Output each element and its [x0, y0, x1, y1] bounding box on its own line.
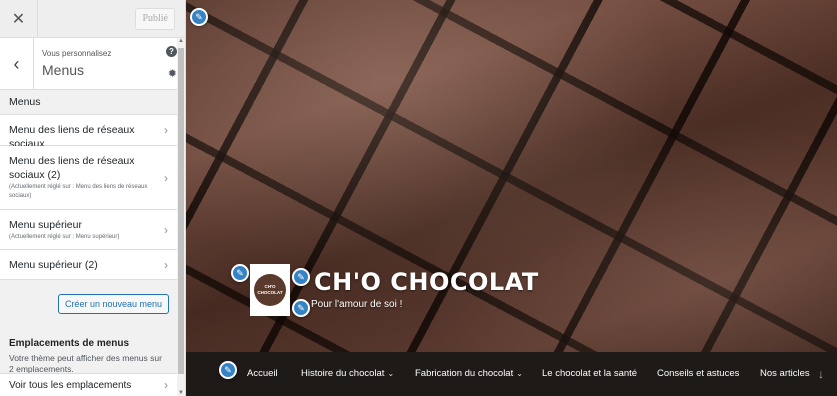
header-background-image [186, 0, 837, 396]
menu-item[interactable]: Menu des liens de réseaux sociaux › [0, 115, 178, 150]
section-header: ‹ Vous personnalisez Menus ? ✹ [0, 38, 185, 90]
nav-item-label: Fabrication du chocolat [415, 368, 514, 379]
publish-button[interactable]: Publié [135, 8, 175, 30]
scroll-up-icon[interactable]: ▲ [177, 38, 185, 44]
nav-item-label: Le chocolat et la santé [542, 368, 638, 379]
chevron-right-icon: › [164, 257, 168, 272]
close-icon[interactable]: ✕ [0, 0, 38, 38]
nav-item-accueil[interactable]: Accueil [247, 352, 278, 396]
scroll-down-icon[interactable]: ▼ [177, 390, 185, 396]
menus-group-label: Menus [0, 90, 178, 115]
menu-item[interactable]: Menu supérieur (Actuellement réglé sur :… [0, 210, 178, 250]
locations-title: Emplacements de menus [9, 338, 130, 349]
nav-item-label: Accueil [247, 368, 278, 379]
locations-description: Votre thème peut afficher des menus sur … [9, 353, 162, 374]
nav-item-conseils[interactable]: Conseils et astuces [657, 352, 739, 396]
sidebar-scrollbar[interactable]: ▲ ▼ [177, 38, 185, 396]
view-all-locations-label: Voir tous les emplacements [9, 380, 132, 391]
nav-item-label: Conseils et astuces [657, 368, 740, 379]
chevron-right-icon: › [164, 123, 168, 137]
edit-title-icon[interactable]: ✎ [292, 268, 310, 286]
menu-item-title: Menu des liens de réseaux sociaux (2) [9, 155, 135, 181]
nav-item-fabrication[interactable]: Fabrication du chocolat ⌄ [415, 352, 523, 396]
site-preview: ✎ ✎ CH'O CHOCOLAT ✎ CH'O CHOCOLAT ✎ Pour… [186, 0, 837, 396]
menu-item[interactable]: Menu supérieur (2) › [0, 250, 178, 280]
create-menu-button[interactable]: Créer un nouveau menu [57, 294, 169, 314]
menu-item[interactable]: Menu des liens de réseaux sociaux (2) (A… [0, 146, 178, 210]
primary-navigation: ✎ Accueil Histoire du chocolat ⌄ Fabricat… [186, 352, 837, 396]
nav-item-histoire[interactable]: Histoire du chocolat ⌄ [301, 352, 394, 396]
help-icon[interactable]: ? [166, 46, 177, 57]
nav-item-label: Nos articles [760, 368, 810, 379]
edit-tagline-icon[interactable]: ✎ [292, 299, 310, 317]
nav-item-label: Histoire du chocolat [301, 368, 385, 379]
breadcrumb: Vous personnalisez [42, 49, 112, 58]
edit-logo-icon[interactable]: ✎ [231, 264, 249, 282]
logo-text-line2: CHOCOLAT [257, 290, 283, 295]
scrollbar-thumb[interactable] [178, 48, 184, 374]
chevron-right-icon: › [164, 222, 168, 237]
nav-item-articles[interactable]: Nos articles [760, 352, 810, 396]
logo-emblem: CH'O CHOCOLAT [254, 274, 286, 306]
menu-item-title: Menu supérieur (2) [9, 259, 98, 271]
menus-panel: Menus Menu des liens de réseaux sociaux … [0, 90, 178, 396]
view-all-locations[interactable]: Voir tous les emplacements › [0, 373, 178, 396]
site-logo: CH'O CHOCOLAT [250, 264, 290, 316]
chevron-down-icon: ⌄ [516, 369, 523, 378]
chevron-right-icon: › [164, 170, 168, 185]
chevron-right-icon: › [164, 378, 168, 392]
arrow-down-icon[interactable]: ↓ [818, 352, 824, 396]
gear-icon[interactable]: ✹ [168, 67, 177, 80]
customizer-header: ✕ Publié [0, 0, 185, 38]
site-title[interactable]: CH'O CHOCOLAT [314, 268, 539, 296]
create-menu-area: Créer un nouveau menu [0, 280, 178, 338]
chevron-down-icon: ⌄ [387, 369, 395, 378]
edit-shortcut-icon[interactable]: ✎ [190, 8, 208, 26]
customizer-sidebar: ✕ Publié ‹ Vous personnalisez Menus ? ✹ … [0, 0, 186, 396]
edit-menu-icon[interactable]: ✎ [219, 361, 237, 379]
menu-item-title: Menu supérieur [9, 219, 82, 231]
site-tagline: Pour l'amour de soi ! [311, 299, 403, 310]
menu-item-location: (Actuellement réglé sur : Menu supérieur… [9, 234, 120, 240]
menu-item-location: (Actuellement réglé sur : Menu des liens… [9, 184, 148, 199]
chevron-left-icon[interactable]: ‹ [0, 38, 34, 90]
nav-item-sante[interactable]: Le chocolat et la santé [542, 352, 637, 396]
section-title: Menus [42, 62, 85, 78]
